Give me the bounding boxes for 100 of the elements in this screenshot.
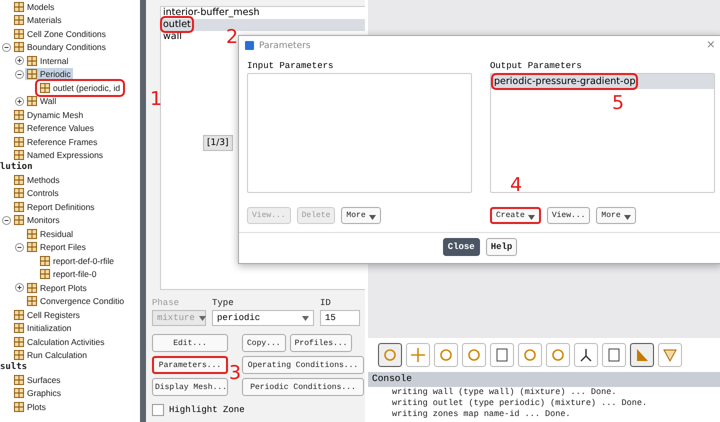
tree-item[interactable]: Monitors: [12, 214, 62, 226]
tree-item[interactable]: Models: [12, 0, 56, 13]
tree-item[interactable]: Surfaces: [12, 374, 63, 386]
step-number: 5: [612, 94, 624, 113]
grid-icon: [14, 110, 24, 120]
zone-action-button[interactable]: Copy...: [242, 334, 286, 352]
collapse-icon[interactable]: [2, 42, 11, 52]
toolbar-button[interactable]: [602, 343, 626, 367]
grid-icon: [14, 388, 24, 398]
wedge-icon: [634, 347, 650, 363]
tree-item[interactable]: Calculation Activities: [12, 336, 106, 348]
zone-action-button[interactable]: Periodic Conditions...: [242, 378, 364, 396]
step-number: 4: [510, 176, 522, 195]
menu-button[interactable]: Create: [490, 207, 541, 224]
grid-icon: [27, 242, 37, 252]
tree-item[interactable]: Boundary Conditions: [12, 41, 108, 54]
expand-icon[interactable]: [15, 56, 24, 66]
tree-item[interactable]: Cell Zone Conditions: [12, 28, 108, 40]
expand-icon[interactable]: [15, 283, 24, 292]
tree-item[interactable]: Report Files: [25, 241, 88, 254]
dialog-title: Parameters: [259, 40, 312, 50]
tree-item[interactable]: Initialization: [12, 322, 74, 334]
toolbar-button[interactable]: [630, 343, 654, 367]
caret-icon: [624, 214, 631, 220]
dialog-button[interactable]: View...: [546, 207, 590, 224]
toolbar-button[interactable]: [574, 343, 598, 367]
grid-icon: [14, 336, 24, 347]
tree-item[interactable]: Reference Values: [12, 122, 96, 134]
list-heading: Output Parameters: [490, 61, 583, 71]
tree-section-label: sults: [0, 362, 28, 373]
dialog-button[interactable]: Close: [442, 238, 480, 256]
grid-icon: [40, 269, 50, 280]
grid-icon: [14, 310, 24, 320]
tree-item[interactable]: report-def-0-rfile: [38, 254, 116, 267]
tree-item[interactable]: Convergence Conditio: [25, 295, 126, 308]
tree-item[interactable]: Named Expressions: [12, 149, 106, 162]
step-number: 3: [229, 364, 242, 383]
grid-icon: [14, 150, 24, 160]
grid-icon: [14, 350, 24, 360]
grid-icon: [14, 123, 24, 134]
tree-item[interactable]: Residual: [25, 228, 76, 240]
tree-item[interactable]: Graphics: [12, 387, 64, 400]
list-heading: Input Parameters: [247, 61, 334, 71]
expand-icon[interactable]: [15, 96, 24, 106]
page-indicator-button[interactable]: [1/3]: [203, 135, 233, 151]
step-number: 1: [150, 90, 162, 109]
tree-item[interactable]: Methods: [12, 174, 62, 186]
parameter-list-item[interactable]: periodic-pressure-gradient-op: [491, 74, 714, 89]
phase-label: Phase: [152, 298, 180, 308]
tree-item[interactable]: Periodic: [25, 68, 73, 80]
square-icon: [494, 347, 510, 363]
close-button[interactable]: ×: [706, 38, 715, 54]
tree-item[interactable]: Controls: [12, 187, 61, 200]
tree-item[interactable]: Reference Frames: [12, 136, 100, 148]
caret-icon: [368, 214, 376, 220]
toolbar-button[interactable]: [490, 343, 514, 367]
zone-action-button[interactable]: Edit...: [152, 334, 228, 352]
tree-section-label: lution: [0, 162, 34, 173]
id-field[interactable]: 15: [320, 310, 360, 326]
grid-icon: [14, 28, 24, 39]
tree-item[interactable]: Wall: [25, 95, 58, 108]
console-title: Console: [368, 372, 720, 387]
tree-item[interactable]: outlet (periodic, id: [38, 82, 122, 94]
tree-item[interactable]: report-file-0: [38, 268, 98, 280]
circle-icon: [438, 347, 454, 363]
tree-item[interactable]: Internal: [25, 54, 70, 67]
grid-icon: [27, 228, 37, 239]
grid-icon: [14, 136, 24, 147]
tree-item[interactable]: Run Calculation: [12, 349, 90, 362]
tree-item[interactable]: Dynamic Mesh: [12, 108, 86, 121]
zone-action-button[interactable]: Display Mesh...: [152, 378, 228, 396]
app-logo-icon: [245, 41, 254, 50]
tree-item[interactable]: Report Plots: [25, 282, 89, 294]
menu-button[interactable]: More: [341, 207, 381, 224]
grid-icon: [14, 15, 24, 26]
collapse-icon[interactable]: [15, 242, 24, 252]
toolbar-button[interactable]: [378, 343, 402, 367]
dialog-button[interactable]: Help: [486, 238, 518, 256]
collapse-icon[interactable]: [2, 216, 11, 225]
checkbox[interactable]: [152, 404, 164, 416]
collapse-icon[interactable]: [15, 70, 24, 79]
menu-button[interactable]: More: [596, 207, 636, 224]
tree-item[interactable]: Plots: [12, 400, 48, 413]
console-line: writing outlet (type periodic) (mixture) ... Done.: [391, 398, 648, 409]
zone-action-button[interactable]: Parameters...: [152, 356, 228, 374]
circle-icon: [382, 347, 398, 363]
tree-item[interactable]: Report Definitions: [12, 200, 97, 213]
grid-icon: [14, 174, 24, 185]
checkbox-label: Highlight Zone: [169, 405, 245, 415]
console-line: writing wall (type wall) (mixture) ... Done.: [391, 387, 618, 398]
type-dropdown[interactable]: periodic: [212, 310, 314, 326]
zone-action-button[interactable]: Profiles...: [290, 334, 352, 352]
grid-icon: [14, 374, 24, 385]
step-number: 2: [226, 28, 238, 47]
zone-list-item[interactable]: interior-buffer_mesh: [161, 7, 365, 19]
tree-item[interactable]: Cell Registers: [12, 308, 82, 321]
tree-item[interactable]: Materials: [12, 14, 64, 26]
zone-action-button[interactable]: Operating Conditions...: [242, 356, 364, 374]
axes-icon: [578, 347, 594, 363]
caret-icon: [302, 316, 309, 320]
